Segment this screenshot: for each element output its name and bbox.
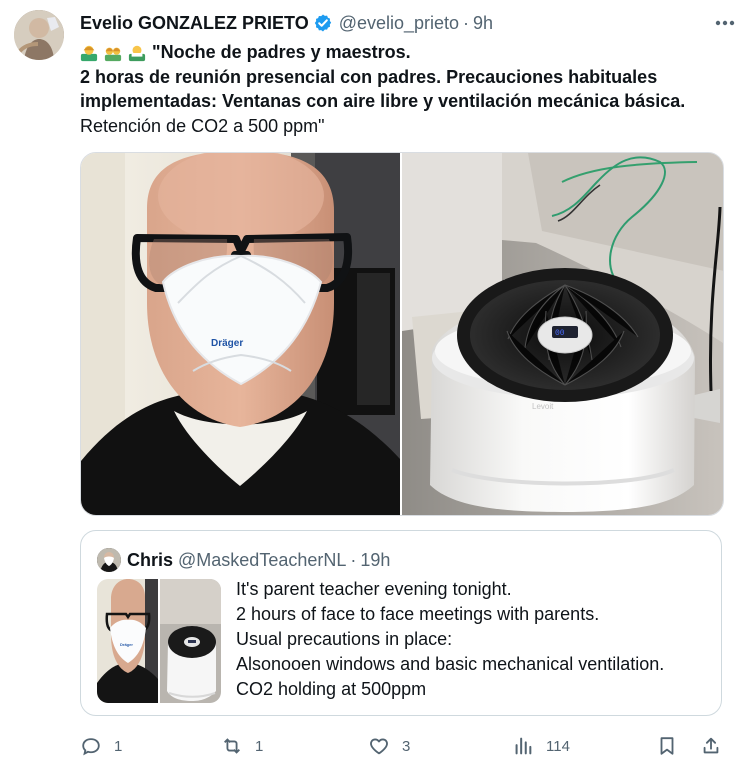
tweet-text-line-3: implementadas: Ventanas con aire libre y…	[80, 91, 686, 111]
svg-text:Dräger: Dräger	[120, 642, 133, 647]
retweet-icon	[224, 738, 240, 754]
more-horizontal-icon[interactable]	[710, 10, 740, 36]
heart-icon	[370, 738, 388, 755]
teacher-emoji-icon	[128, 46, 146, 62]
tweet-text-line-4: Retención de CO2 a 500 ppm"	[80, 115, 325, 136]
quoted-tweet[interactable]: Chris @MaskedTeacherNL · 19h Dräger It's…	[80, 530, 722, 716]
parent-emoji-icon	[80, 46, 98, 62]
quoted-masked-person-photo: Dräger	[97, 579, 158, 703]
views-icon	[515, 737, 532, 755]
time-separator: ·	[463, 13, 470, 33]
tweet-card[interactable]: Evelio GONZALEZ PRIETO @evelio_prieto · …	[0, 0, 756, 764]
quoted-text-line-2: 2 hours of face to face meetings with pa…	[236, 604, 600, 624]
tweet-text-line-1: "Noche de padres y maestros.	[80, 40, 735, 65]
reply-count: 1	[114, 737, 123, 755]
quoted-avatar-photo	[97, 548, 121, 572]
left-media-photo[interactable]: Dräger	[81, 153, 400, 515]
quoted-text-line-5: CO2 holding at 500ppm	[236, 679, 427, 699]
quoted-text-line-4: Alsonooen windows and basic mechanical v…	[236, 654, 665, 674]
tweet-text-line-2: 2 horas de reunión presencial con padres…	[80, 66, 658, 87]
quoted-time-separator: ·	[350, 549, 357, 570]
purifier-brand-text: Levoit	[532, 402, 554, 411]
quoted-right-photo[interactable]	[160, 579, 221, 703]
share-button[interactable]	[700, 733, 722, 759]
masked-person-photo: Dräger	[81, 153, 400, 515]
mask-brand-text: Dräger	[211, 338, 243, 349]
retweet-count: 1	[255, 737, 264, 755]
bookmark-button[interactable]	[656, 733, 678, 759]
retweet-button[interactable]: 1	[221, 733, 263, 759]
tweet-text-line-1-text: "Noche de padres y maestros.	[152, 42, 411, 62]
reply-button[interactable]: 1	[80, 733, 122, 759]
tweet-time[interactable]: 9h	[473, 9, 493, 37]
tweet-header: Evelio GONZALEZ PRIETO @evelio_prieto · …	[80, 9, 740, 37]
right-media-photo[interactable]: 00 Levoit	[402, 153, 723, 515]
views-button[interactable]: 114	[512, 733, 570, 759]
tweet-media[interactable]: Dräger 00 Levoit	[80, 152, 724, 516]
quoted-left-photo[interactable]: Dräger	[97, 579, 158, 703]
air-purifier-photo: 00 Levoit	[402, 153, 723, 515]
quoted-tweet-text: It's parent teacher evening tonight. 2 h…	[236, 577, 706, 702]
tweet-actions: 1 1 3 114	[80, 733, 725, 759]
family-emoji-icon	[104, 47, 122, 62]
quoted-text-line-1: It's parent teacher evening tonight.	[236, 579, 512, 599]
avatar-photo	[14, 10, 64, 60]
share-icon	[703, 737, 719, 754]
quoted-tweet-media[interactable]: Dräger	[97, 579, 221, 703]
quoted-air-purifier-photo	[160, 579, 221, 703]
quoted-author-avatar[interactable]	[97, 548, 121, 572]
like-button[interactable]: 3	[368, 733, 410, 759]
quoted-tweet-time[interactable]: 19h	[360, 550, 390, 571]
reply-icon	[82, 738, 100, 756]
tweet-text: "Noche de padres y maestros. 2 horas de …	[80, 40, 735, 138]
author-handle[interactable]: @evelio_prieto	[339, 9, 459, 37]
author-avatar[interactable]	[14, 10, 64, 60]
quoted-author-name[interactable]: Chris	[127, 550, 173, 571]
quoted-tweet-header: Chris @MaskedTeacherNL · 19h	[97, 548, 390, 572]
quoted-text-line-3: Usual precautions in place:	[236, 629, 453, 649]
bookmark-icon	[660, 737, 674, 755]
verified-badge-icon	[314, 14, 331, 32]
svg-text:00: 00	[555, 329, 565, 338]
views-count: 114	[546, 737, 570, 755]
author-name[interactable]: Evelio GONZALEZ PRIETO	[80, 9, 309, 37]
like-count: 3	[402, 737, 411, 755]
quoted-author-handle[interactable]: @MaskedTeacherNL	[178, 550, 346, 571]
